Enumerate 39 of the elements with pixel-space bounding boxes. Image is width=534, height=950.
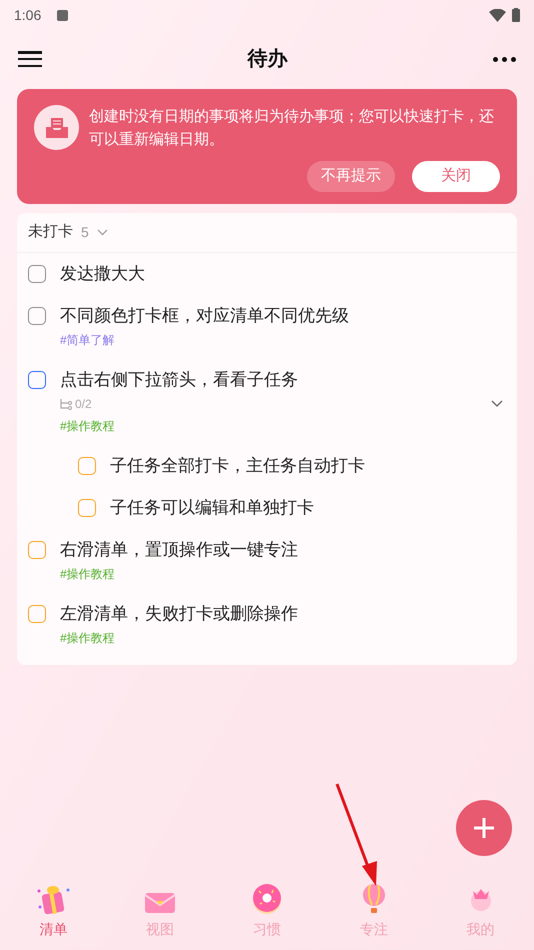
notice-text: 创建时没有日期的事项将归为待办事项；您可以快速打卡，还可以重新编辑日期。 [89, 107, 495, 150]
tag-label[interactable]: #操作教程 [60, 565, 115, 583]
wifi-icon [489, 8, 506, 22]
task-title: 不同颜色打卡框，对应清单不同优先级 [60, 305, 350, 327]
nav-tab[interactable]: 习惯 [214, 880, 320, 940]
subtask-count: 0/2 [75, 396, 92, 413]
checkbox[interactable] [78, 457, 96, 475]
chevron-icon[interactable] [491, 400, 503, 408]
task-title: 点击右侧下拉箭头，看看子任务 [60, 369, 299, 391]
menu-button[interactable] [18, 49, 42, 69]
task-title: 发达撒大大 [60, 263, 146, 285]
checkbox[interactable] [28, 605, 46, 623]
nav-tab[interactable]: 专注 [320, 880, 428, 940]
battery-icon [512, 8, 520, 22]
page-title: 待办 [248, 47, 288, 72]
nav-tab[interactable]: 我的 [427, 880, 534, 940]
task-title: 子任务全部打卡，主任务自动打卡 [110, 455, 366, 477]
tag-label[interactable]: #操作教程 [60, 417, 115, 435]
dismiss-button[interactable]: 不再提示 [307, 161, 395, 192]
envelope-icon [144, 890, 176, 914]
task-title: 左滑清单，失败打卡或删除操作 [60, 603, 299, 625]
status-time: 1:06 [14, 6, 42, 24]
plus-icon [473, 817, 495, 839]
task-title: 右滑清单，置顶操作或一键专注 [60, 539, 299, 561]
checkbox[interactable] [28, 541, 46, 559]
nav-tab[interactable]: 视图 [106, 880, 214, 940]
task-title: 子任务可以编辑和单独打卡 [110, 497, 315, 519]
checkbox[interactable] [28, 265, 46, 283]
tag-label[interactable]: #简单了解 [60, 331, 115, 349]
close-button[interactable]: 关闭 [412, 161, 500, 192]
checkbox[interactable] [28, 307, 46, 325]
section-header[interactable]: 未打卡 5 [17, 213, 517, 253]
donut-icon [250, 882, 283, 914]
tag-label[interactable]: #操作教程 [60, 629, 115, 647]
subtask-icon [60, 398, 72, 410]
checkbox[interactable] [28, 371, 46, 389]
nav-tab[interactable]: 清单 [0, 880, 107, 940]
inbox-icon [34, 105, 79, 150]
checkbox[interactable] [78, 499, 96, 517]
